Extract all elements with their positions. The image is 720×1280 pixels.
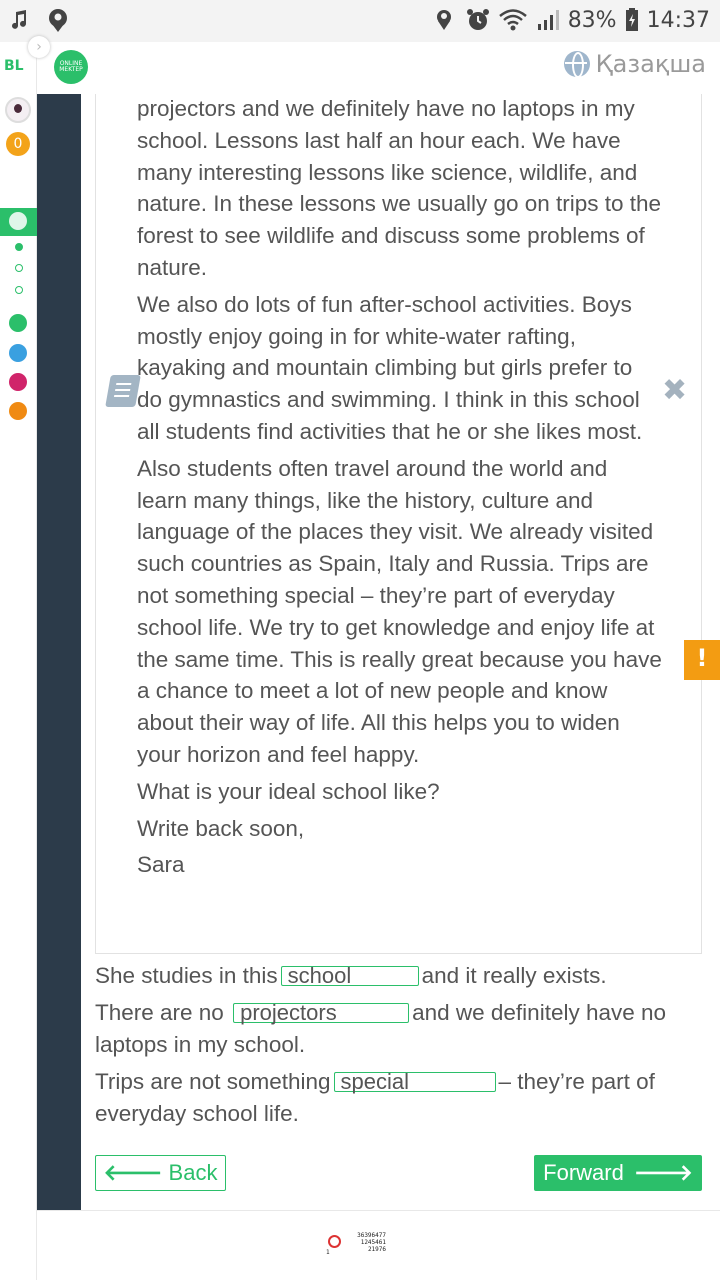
music-icon [8, 6, 32, 34]
app-blue-icon[interactable] [9, 344, 27, 362]
location-icon [46, 6, 70, 34]
paragraph: Also students often travel around the wo… [137, 455, 662, 767]
back-label: Back [168, 1160, 218, 1185]
alarm-icon [466, 6, 490, 34]
arrow-right-icon: 🡒 [633, 1161, 693, 1186]
forward-label: Forward [543, 1160, 624, 1185]
paragraph: Write back soon, [137, 815, 305, 841]
app-orange-icon[interactable] [9, 402, 27, 420]
book-icon[interactable] [105, 375, 141, 407]
paragraph: We also do lots of fun after-school acti… [137, 291, 643, 444]
answer-field[interactable]: special [333, 1069, 496, 1094]
app-green-icon[interactable] [9, 314, 27, 332]
battery-percent: 83% [567, 7, 617, 33]
app-pink-icon[interactable] [9, 373, 27, 391]
signal-icon [536, 6, 560, 34]
divider [37, 1210, 720, 1211]
online-mektep-logo[interactable]: ONLINE MEKTEP [54, 50, 88, 84]
language-label: Қазақша [595, 50, 706, 78]
answer-field[interactable]: school [280, 963, 419, 988]
back-button[interactable]: 🡐 Back [95, 1155, 226, 1191]
arrow-left-icon: 🡐 [103, 1161, 163, 1186]
coin-badge: 0 [6, 132, 30, 156]
forward-button[interactable]: Forward 🡒 [534, 1155, 702, 1191]
avatar[interactable] [5, 97, 31, 123]
content-side-strip [37, 94, 81, 1210]
rail-item-active[interactable] [0, 208, 37, 236]
question-3: Trips are not something special – they’re … [95, 1069, 655, 1126]
paragraph: What is your ideal school like? [137, 778, 440, 804]
battery-icon [625, 6, 639, 34]
signature: Sara [137, 852, 185, 878]
step-dot-2[interactable] [15, 264, 23, 272]
language-switcher[interactable]: Қазақша [563, 50, 706, 78]
reading-text: projectors and we definitely have no lap… [137, 94, 662, 886]
warning-icon[interactable] [684, 640, 720, 680]
clock: 14:37 [646, 7, 710, 33]
lesson-icon [9, 212, 27, 230]
gap-fill-questions: She studies in this school and it really e… [95, 960, 707, 1135]
counter-logo-icon [328, 1235, 341, 1248]
answer-field[interactable]: projectors [233, 1000, 410, 1025]
left-rail: BL 0 [0, 42, 37, 1280]
question-1: She studies in this school and it really e… [95, 963, 607, 988]
location-icon [434, 6, 458, 34]
step-dot-1[interactable] [15, 243, 23, 251]
status-bar: 83% 14:37 [0, 0, 720, 42]
question-2: There are no projectors and we definitely… [95, 1000, 667, 1057]
wifi-icon [498, 6, 528, 34]
visit-counter: 36396477 1245461 21976 1 [326, 1232, 386, 1256]
paragraph: projectors and we definitely have no lap… [137, 96, 662, 280]
step-dot-3[interactable] [15, 286, 23, 294]
globe-icon [563, 51, 590, 78]
rail-expand-chevron-icon[interactable]: › [28, 36, 50, 58]
close-icon[interactable]: ✖ [662, 376, 687, 406]
bl-logo: BL [4, 58, 24, 74]
